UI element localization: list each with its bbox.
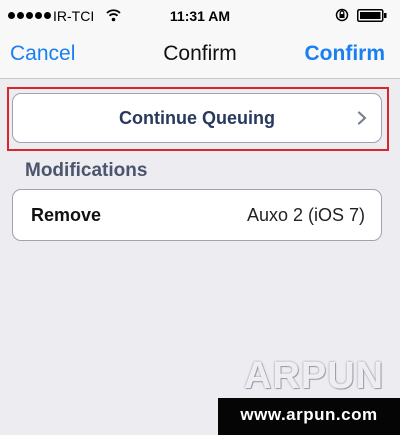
cancel-button[interactable]: Cancel	[10, 42, 75, 66]
continue-queuing-label: Continue Queuing	[119, 108, 275, 128]
modification-row[interactable]: Remove Auxo 2 (iOS 7)	[12, 189, 382, 241]
modification-action: Remove	[31, 205, 102, 225]
navigation-bar: Cancel Confirm Confirm	[0, 32, 400, 79]
confirm-button[interactable]: Confirm	[305, 42, 386, 66]
watermark-logo: ARPUN	[244, 355, 385, 397]
modification-package: Auxo 2 (iOS 7)	[246, 205, 365, 225]
battery-icon	[357, 9, 387, 22]
rotation-lock-icon	[335, 8, 349, 22]
modifications-header: Modifications	[25, 160, 148, 181]
chevron-right-icon	[357, 111, 367, 125]
status-bar: IR-TCI 11:31 AM	[0, 0, 400, 32]
watermark-banner: www.arpun.com	[218, 398, 400, 435]
continue-queuing-button[interactable]: Continue Queuing	[12, 93, 382, 143]
watermark-url: www.arpun.com	[240, 405, 378, 424]
